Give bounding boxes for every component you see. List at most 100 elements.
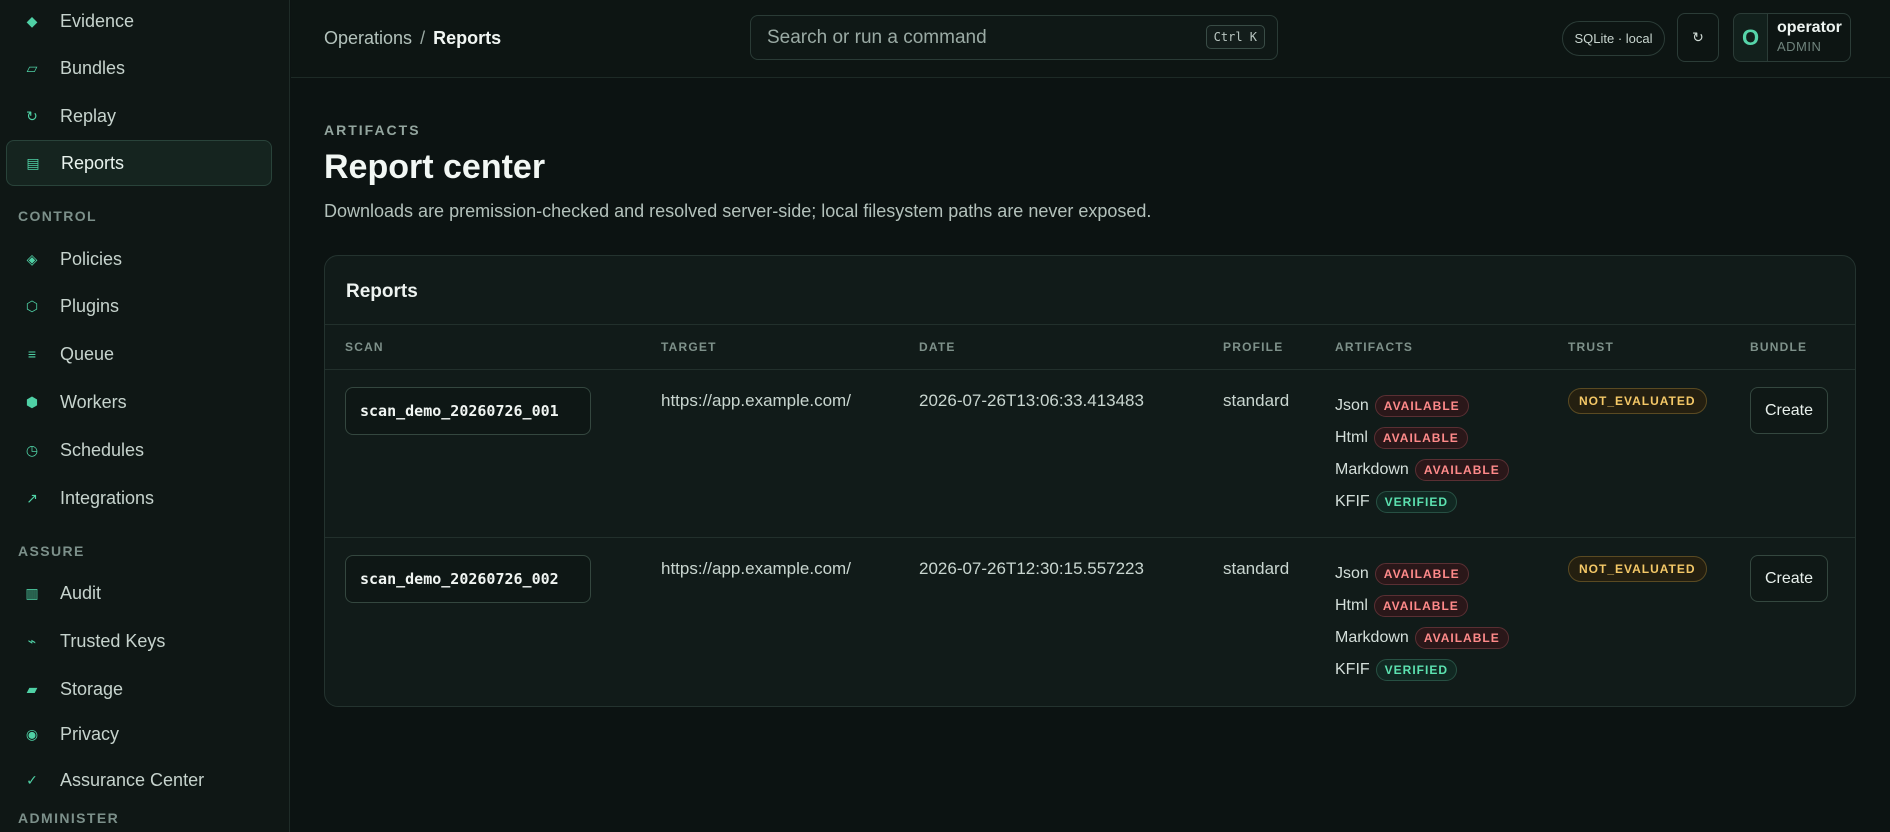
reports-panel: Reports SCAN TARGET DATE PROFILE ARTIFAC… [324, 255, 1856, 707]
status-badge: AVAILABLE [1414, 459, 1509, 481]
status-badge: AVAILABLE [1374, 563, 1469, 585]
sidebar-item-integrations[interactable]: ↗ Integrations [6, 475, 272, 521]
sidebar-item-evidence[interactable]: ◆ Evidence [6, 0, 272, 44]
artifact-list: Json AVAILABLE Html AVAILABLE Markdown A… [1335, 390, 1509, 518]
privacy-icon: ◉ [25, 725, 39, 742]
top-bar: Operations / Reports Search or run a comma… [291, 0, 1890, 78]
scan-id-chip[interactable]: scan_demo_20260726_002 [345, 555, 591, 603]
search-placeholder: Search or run a command [767, 26, 987, 48]
scan-id-chip[interactable]: scan_demo_20260726_001 [345, 387, 591, 435]
artifact-name: KFIF [1335, 661, 1370, 678]
clock-icon: ◷ [25, 441, 39, 458]
breadcrumb-current: Reports [433, 28, 502, 48]
table-row: scan_demo_20260726_001 https://app.examp… [325, 370, 1855, 537]
sidebar-item-policies[interactable]: ◈ Policies [6, 236, 272, 282]
sidebar-item-reports[interactable]: ▤ Reports [6, 140, 272, 186]
sidebar-item-label: Bundles [60, 57, 126, 78]
sidebar-item-label: Privacy [60, 723, 120, 744]
status-badge: AVAILABLE [1373, 595, 1468, 617]
sidebar-item-label: Integrations [60, 487, 155, 508]
table-header: SCAN TARGET DATE PROFILE ARTIFACTS TRUST… [325, 324, 1855, 370]
status-badge: VERIFIED [1375, 659, 1458, 681]
sidebar-item-label: Audit [60, 582, 102, 603]
section-assure: ASSURE [18, 543, 85, 559]
sidebar-item-label: Reports [61, 152, 125, 173]
breadcrumb-parent[interactable]: Operations [324, 28, 412, 48]
sidebar-item-label: Trusted Keys [60, 630, 166, 651]
avatar[interactable]: O [1733, 13, 1768, 62]
sidebar-item-label: Storage [60, 678, 124, 699]
sidebar-item-queue[interactable]: ≡ Queue [6, 331, 272, 377]
page-title: Report center [324, 148, 546, 186]
artifact-name: Markdown [1335, 629, 1409, 646]
artifact-json[interactable]: Json AVAILABLE [1335, 558, 1509, 590]
sidebar-item-label: Workers [60, 391, 127, 412]
sidebar-item-label: Evidence [60, 10, 135, 31]
refresh-button[interactable]: ↻ [1677, 13, 1719, 62]
sidebar-item-plugins[interactable]: ⬡ Plugins [6, 283, 272, 329]
sidebar-item-label: Assurance Center [60, 769, 205, 790]
column-header-target: TARGET [661, 340, 717, 354]
diamond-icon: ◆ [26, 12, 38, 29]
plugin-icon: ⬡ [25, 297, 39, 314]
sidebar-item-replay[interactable]: ↻ Replay [6, 93, 272, 139]
sidebar-item-label: Policies [60, 248, 123, 269]
target-url: https://app.example.com/ [661, 391, 851, 410]
status-badge: AVAILABLE [1414, 627, 1509, 649]
artifact-name: KFIF [1335, 493, 1370, 510]
external-link-icon: ↗ [26, 489, 38, 506]
sidebar-item-assurance-center[interactable]: ✓ Assurance Center [6, 757, 272, 803]
sidebar-item-storage[interactable]: ▰ Storage [6, 666, 272, 712]
status-badge: AVAILABLE [1374, 395, 1469, 417]
column-header-date: DATE [919, 340, 956, 354]
audit-icon: ▥ [25, 584, 39, 601]
queue-icon: ≡ [27, 346, 37, 362]
scan-profile: standard [1223, 391, 1290, 410]
shortcut-hint: Ctrl K [1205, 25, 1265, 49]
table-row: scan_demo_20260726_002 https://app.examp… [325, 537, 1855, 704]
sidebar-item-audit[interactable]: ▥ Audit [6, 570, 272, 616]
breadcrumb: Operations / Reports [324, 28, 501, 49]
user-menu[interactable]: operator ADMIN [1768, 13, 1851, 62]
page-subtitle: Downloads are premission-checked and res… [324, 201, 1152, 221]
key-icon: ⌁ [27, 632, 37, 649]
artifact-json[interactable]: Json AVAILABLE [1335, 390, 1509, 422]
scan-date: 2026-07-26T12:30:15.557223 [919, 559, 1144, 578]
artifact-list: Json AVAILABLE Html AVAILABLE Markdown A… [1335, 558, 1509, 686]
artifact-html[interactable]: Html AVAILABLE [1335, 422, 1509, 454]
storage-icon: ▰ [26, 680, 38, 697]
artifact-markdown[interactable]: Markdown AVAILABLE [1335, 622, 1509, 654]
artifact-html[interactable]: Html AVAILABLE [1335, 590, 1509, 622]
sidebar-item-schedules[interactable]: ◷ Schedules [6, 427, 272, 473]
section-administer: ADMINISTER [18, 810, 120, 826]
target-url: https://app.example.com/ [661, 559, 851, 578]
policy-icon: ◈ [26, 250, 38, 267]
artifact-name: Html [1335, 429, 1368, 446]
command-search-input[interactable]: Search or run a command Ctrl K [750, 15, 1278, 60]
sidebar-item-trusted-keys[interactable]: ⌁ Trusted Keys [6, 618, 272, 664]
report-icon: ▤ [26, 154, 40, 171]
status-badge: AVAILABLE [1373, 427, 1468, 449]
scan-date: 2026-07-26T13:06:33.413483 [919, 391, 1144, 410]
worker-icon: ⬢ [25, 393, 39, 410]
panel-title: Reports [346, 281, 418, 302]
artifact-kfif[interactable]: KFIF VERIFIED [1335, 654, 1509, 686]
create-bundle-button[interactable]: Create [1750, 555, 1828, 602]
sidebar-item-workers[interactable]: ⬢ Workers [6, 379, 272, 425]
trust-status-badge: NOT_EVALUATED [1568, 556, 1707, 582]
user-name: operator [1777, 19, 1842, 36]
sidebar-item-label: Plugins [60, 295, 120, 316]
sidebar-item-privacy[interactable]: ◉ Privacy [6, 711, 272, 757]
sidebar-item-bundles[interactable]: ▱ Bundles [6, 45, 272, 91]
sidebar: ◆ Evidence ▱ Bundles ↻ Replay ▤ Reports … [0, 0, 290, 832]
column-header-scan: SCAN [345, 340, 384, 354]
breadcrumb-separator: / [420, 28, 426, 48]
artifact-markdown[interactable]: Markdown AVAILABLE [1335, 454, 1509, 486]
column-header-artifacts: ARTIFACTS [1335, 340, 1414, 354]
sidebar-item-label: Schedules [60, 439, 145, 460]
artifact-name: Markdown [1335, 461, 1409, 478]
artifact-name: Html [1335, 597, 1368, 614]
create-bundle-button[interactable]: Create [1750, 387, 1828, 434]
user-role: ADMIN [1777, 39, 1822, 54]
artifact-kfif[interactable]: KFIF VERIFIED [1335, 486, 1509, 518]
